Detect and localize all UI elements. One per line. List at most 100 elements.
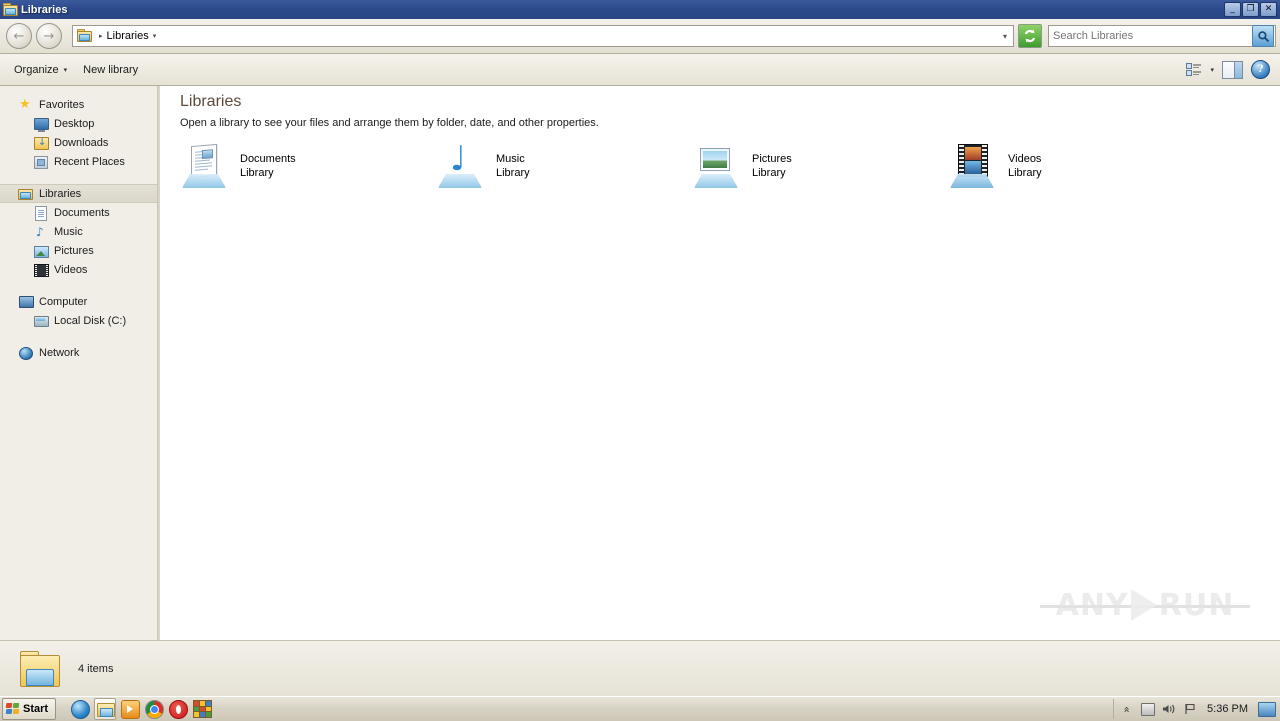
close-button[interactable]: ✕ [1260, 2, 1277, 17]
page-title: Libraries [180, 93, 242, 110]
sidebar-label: Recent Places [54, 155, 125, 168]
path-dropdown-icon[interactable]: ▾ [1003, 32, 1009, 41]
command-bar-right: ▾ ? [1186, 60, 1270, 79]
search-box[interactable] [1048, 25, 1276, 47]
forward-button[interactable]: → [36, 23, 62, 49]
window-body: ★ Favorites Desktop ↓ Downloads Recent P… [0, 86, 1280, 640]
network-icon [18, 346, 34, 360]
sidebar-item-computer[interactable]: Computer [0, 292, 157, 311]
sidebar-label: Desktop [54, 117, 95, 130]
file-list-pane: Libraries Open a library to see your fil… [161, 86, 1280, 640]
preview-pane-icon[interactable] [1222, 60, 1243, 79]
window-libraries-icon [3, 2, 18, 17]
media-player-icon[interactable] [120, 699, 140, 719]
music-note-icon: ♪ [36, 224, 44, 239]
quick-launch-bar [70, 698, 212, 720]
sidebar-item-pictures[interactable]: Pictures [0, 241, 157, 260]
list-item-label: Videos Library [1008, 143, 1042, 180]
search-icon[interactable] [1252, 25, 1274, 47]
new-library-button[interactable]: New library [75, 60, 146, 80]
item-type: Library [1008, 167, 1042, 179]
back-button[interactable]: ← [6, 23, 32, 49]
list-item-music[interactable]: ♩ Music Library [436, 142, 692, 189]
list-item-videos[interactable]: Videos Library [948, 143, 1204, 189]
watermark-bar [1040, 605, 1250, 608]
change-view-icon[interactable] [1186, 62, 1202, 77]
breadcrumb-dropdown-icon[interactable]: ▾ [153, 32, 157, 40]
view-chevron-down-icon[interactable]: ▾ [1210, 66, 1214, 74]
title-bar: Libraries _ ❐ ✕ [0, 0, 1280, 19]
internet-explorer-icon[interactable] [70, 699, 90, 719]
sidebar-label: Favorites [39, 98, 85, 111]
recent-places-icon [33, 155, 49, 169]
chrome-icon[interactable] [144, 699, 164, 719]
refresh-icon[interactable] [1018, 24, 1042, 48]
watermark-right-text: RUN [1158, 587, 1235, 623]
organize-button[interactable]: Organize ▾ [6, 60, 75, 80]
picture-icon [33, 244, 49, 258]
breadcrumb-libraries-icon [77, 29, 93, 43]
status-libraries-icon [18, 649, 62, 689]
sidebar-item-music[interactable]: ♪ Music [0, 222, 157, 241]
address-bar: ← → ▸ Libraries ▾ ▾ [0, 19, 1280, 54]
sidebar-item-documents[interactable]: Documents [0, 203, 157, 222]
system-tray: « 5:36 PM [1113, 699, 1280, 719]
item-type: Library [752, 167, 786, 179]
sidebar-label: Local Disk (C:) [54, 314, 127, 327]
item-name: Pictures [752, 153, 792, 165]
help-icon[interactable]: ? [1251, 60, 1270, 79]
breadcrumb[interactable]: ▸ Libraries ▾ ▾ [72, 25, 1014, 47]
show-desktop-icon[interactable] [1258, 701, 1276, 717]
play-triangle-icon [1130, 589, 1157, 621]
sidebar-label: Documents [54, 206, 110, 219]
library-items: Documents Library ♩ Music Library Pictur… [180, 142, 1270, 189]
taskbar: Start « 5:36 PM [0, 696, 1280, 721]
libraries-icon [18, 187, 34, 201]
opera-icon[interactable] [168, 699, 188, 719]
sidebar-item-network[interactable]: Network [0, 343, 157, 362]
organize-label: Organize [14, 63, 59, 76]
maximize-button[interactable]: ❐ [1242, 2, 1259, 17]
sidebar-item-favorites[interactable]: ★ Favorites [0, 95, 157, 114]
start-button[interactable]: Start [2, 698, 57, 720]
sidebar-item-videos[interactable]: Videos [0, 260, 157, 279]
list-item-pictures[interactable]: Pictures Library [692, 143, 948, 189]
documents-library-icon [180, 143, 232, 189]
navigation-pane: ★ Favorites Desktop ↓ Downloads Recent P… [0, 86, 157, 640]
list-item-label: Music Library [496, 143, 530, 180]
sidebar-item-desktop[interactable]: Desktop [0, 114, 157, 133]
network-tray-icon[interactable] [1141, 702, 1156, 716]
explorer-window: Libraries _ ❐ ✕ ← → ▸ Libraries ▾ ▾ Sear… [0, 0, 1280, 697]
tray-chevron-icon[interactable]: « [1121, 702, 1134, 716]
sidebar-label: Downloads [54, 136, 109, 149]
sidebar-item-downloads[interactable]: ↓ Downloads [0, 133, 157, 152]
breadcrumb-item-libraries[interactable]: Libraries [107, 30, 149, 42]
film-icon [33, 263, 49, 277]
window-title: Libraries [21, 3, 68, 16]
sidebar-label: Pictures [54, 244, 94, 257]
action-center-flag-icon[interactable] [1183, 703, 1197, 716]
start-label: Start [23, 703, 49, 715]
tray-clock[interactable]: 5:36 PM [1207, 703, 1248, 715]
item-name: Documents [240, 153, 296, 165]
document-icon [33, 205, 49, 221]
volume-icon[interactable] [1162, 703, 1176, 716]
pictures-library-icon [692, 143, 744, 189]
status-bar: 4 items [0, 640, 1280, 697]
list-item-documents[interactable]: Documents Library [180, 143, 436, 189]
app-icon[interactable] [192, 699, 212, 719]
minimize-button[interactable]: _ [1224, 2, 1241, 17]
sidebar-item-libraries[interactable]: Libraries [0, 184, 157, 203]
status-item-count: 4 items [78, 663, 114, 675]
windows-explorer-icon[interactable] [94, 698, 117, 720]
sidebar-label: Music [54, 225, 83, 238]
sidebar-label: Libraries [39, 187, 82, 200]
sidebar-item-recent-places[interactable]: Recent Places [0, 152, 157, 171]
search-input[interactable] [1049, 27, 1252, 45]
windows-flag-icon [5, 702, 20, 716]
sidebar-item-local-disk[interactable]: Local Disk (C:) [0, 311, 157, 330]
breadcrumb-separator-icon: ▸ [99, 32, 103, 40]
sidebar-label: Videos [54, 263, 88, 276]
